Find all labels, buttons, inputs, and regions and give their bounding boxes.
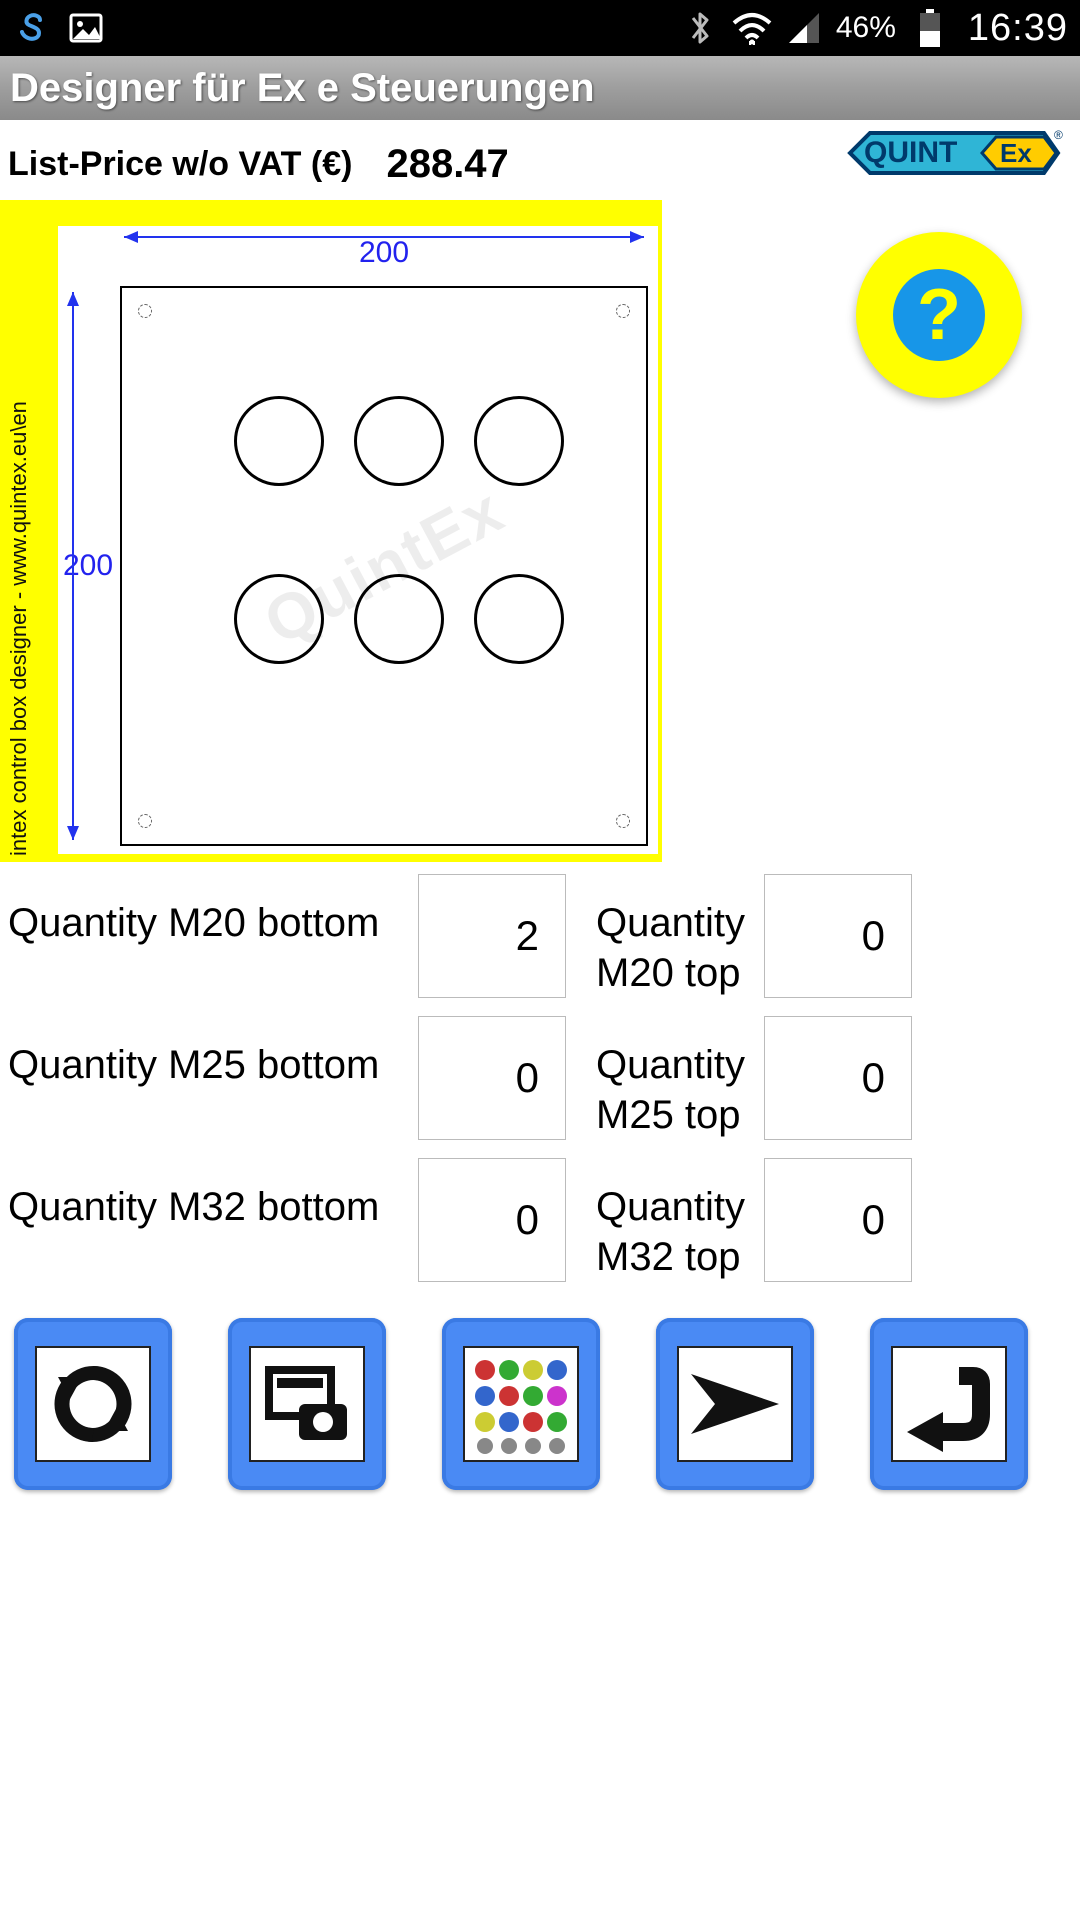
svg-text:Ex: Ex [1000,138,1032,168]
input-m32-bottom[interactable]: 0 [418,1158,566,1282]
components-icon [463,1346,579,1462]
diagram-frame: intex control box designer - www.quintex… [0,200,662,862]
price-label: List-Price w/o VAT (€) [8,145,352,184]
gland-hole [474,574,564,664]
signal-icon [784,8,824,48]
wifi-icon [732,8,772,48]
label-m25-top: Quantity M25 top [596,1016,764,1140]
dimension-top: 200 [120,228,648,276]
quintex-logo: QUINT Ex ® [844,127,1064,184]
gland-hole [354,396,444,486]
send-icon [677,1346,793,1462]
diagram-side-caption: intex control box designer - www.quintex… [4,210,40,852]
toolbar [0,1300,1080,1508]
app-title-bar: Designer für Ex e Steuerungen [0,56,1080,120]
bluetooth-icon [680,8,720,48]
status-bar: 46% 16:39 [0,0,1080,56]
send-button[interactable] [656,1318,814,1490]
input-m32-top[interactable]: 0 [764,1158,912,1282]
label-m20-top: Quantity M20 top [596,874,764,998]
refresh-button[interactable] [14,1318,172,1490]
svg-text:®: ® [1054,128,1063,142]
battery-icon [910,8,950,48]
back-button[interactable] [870,1318,1028,1490]
gland-hole [234,396,324,486]
input-m25-bottom[interactable]: 0 [418,1016,566,1140]
input-m20-top[interactable]: 0 [764,874,912,998]
help-button[interactable]: ? [856,232,1022,398]
input-m20-bottom[interactable]: 2 [418,874,566,998]
battery-percent: 46% [836,11,896,45]
price-row: List-Price w/o VAT (€) 288.47 QUINT Ex ® [0,120,1080,198]
svg-text:QUINT: QUINT [864,136,957,169]
app-s-icon [12,8,52,48]
label-m32-bottom: Quantity M32 bottom [8,1158,418,1232]
gland-hole [234,574,324,664]
label-m20-bottom: Quantity M20 bottom [8,874,418,948]
dimension-left: 200 [58,286,118,846]
quantity-grid: Quantity M20 bottom 2 Quantity M20 top 0… [0,874,1080,1282]
label-m32-top: Quantity M32 top [596,1158,764,1282]
screenshot-button[interactable] [228,1318,386,1490]
help-icon: ? [893,269,985,361]
enclosure-outline: QuintEx [120,286,648,846]
price-value: 288.47 [386,142,508,187]
input-m25-top[interactable]: 0 [764,1016,912,1140]
refresh-icon [35,1346,151,1462]
label-m25-bottom: Quantity M25 bottom [8,1016,418,1090]
gland-hole [354,574,444,664]
back-icon [891,1346,1007,1462]
app-title: Designer für Ex e Steuerungen [10,66,595,111]
clock: 16:39 [968,7,1068,50]
gland-hole [474,396,564,486]
screenshot-icon [249,1346,365,1462]
image-icon [66,8,106,48]
components-button[interactable] [442,1318,600,1490]
diagram-area: intex control box designer - www.quintex… [0,200,1080,862]
